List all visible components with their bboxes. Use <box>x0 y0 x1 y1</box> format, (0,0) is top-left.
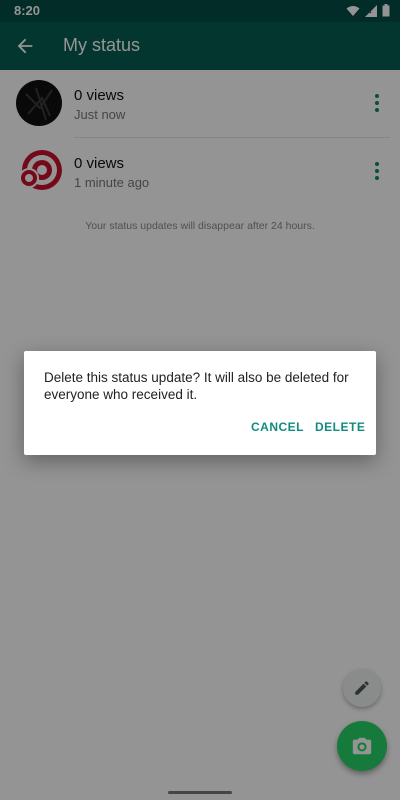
delete-status-dialog: Delete this status update? It will also … <box>24 351 376 455</box>
dialog-message: Delete this status update? It will also … <box>44 370 349 402</box>
delete-button[interactable]: DELETE <box>315 420 365 434</box>
cancel-button[interactable]: CANCEL <box>251 420 304 434</box>
